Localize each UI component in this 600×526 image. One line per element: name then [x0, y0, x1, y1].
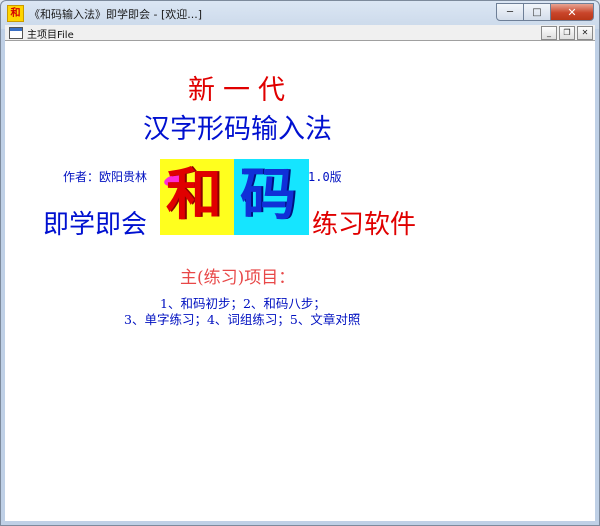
- headline-new-generation: 新一代: [188, 75, 293, 106]
- project-items-line-2: 3、单字练习；4、词组练习；5、文章对照: [124, 312, 361, 327]
- close-icon: ✕: [581, 28, 589, 37]
- slogan-learn-instantly: 即学即会: [43, 210, 148, 240]
- minimize-button[interactable]: ─: [496, 3, 524, 21]
- close-icon: ✕: [567, 5, 577, 19]
- maximize-button[interactable]: □: [523, 3, 551, 21]
- welcome-panel: 新一代 汉字形码输入法 作者：欧阳贵林 1.0版 和 码 即学即会 练习软件 主…: [5, 41, 595, 521]
- window-title: 《和码输入法》即学即会 - [欢迎...]: [29, 8, 203, 21]
- headline-input-method: 汉字形码输入法: [143, 114, 332, 145]
- window-bottom-border: [5, 521, 595, 523]
- logo-char-ma: 码: [240, 163, 296, 228]
- app-icon[interactable]: 和: [7, 5, 24, 22]
- logo-char-he: 和: [166, 163, 222, 228]
- version-label: 1.0版: [308, 170, 342, 184]
- mdi-restore-button[interactable]: ❐: [559, 26, 575, 40]
- project-heading: 主(练习)项目：: [180, 268, 296, 288]
- author-label: 作者：欧阳贵林: [63, 170, 148, 184]
- mdi-caption-buttons: _ ❐ ✕: [539, 26, 593, 40]
- title-bar[interactable]: 和 《和码输入法》即学即会 - [欢迎...] ─ □ ✕: [1, 1, 599, 25]
- restore-icon: ❐: [563, 28, 571, 37]
- logo-he-tile: 和: [160, 159, 236, 235]
- document-window-icon[interactable]: [9, 27, 23, 39]
- mdi-child-title: 主项目File: [27, 30, 74, 41]
- mdi-minimize-button[interactable]: _: [541, 26, 557, 40]
- logo-ma-tile: 码: [234, 159, 309, 235]
- maximize-icon: □: [532, 6, 542, 18]
- close-button[interactable]: ✕: [550, 3, 594, 21]
- slogan-practice-software: 练习软件: [312, 210, 417, 240]
- caption-buttons: ─ □ ✕: [496, 3, 594, 21]
- main-window: 和 《和码输入法》即学即会 - [欢迎...] ─ □ ✕ 主项目File _ …: [0, 0, 600, 526]
- minimize-icon: ─: [506, 6, 514, 18]
- mdi-close-button[interactable]: ✕: [577, 26, 593, 40]
- mdi-child-title-bar[interactable]: 主项目File _ ❐ ✕: [5, 25, 595, 41]
- minimize-icon: _: [547, 28, 551, 37]
